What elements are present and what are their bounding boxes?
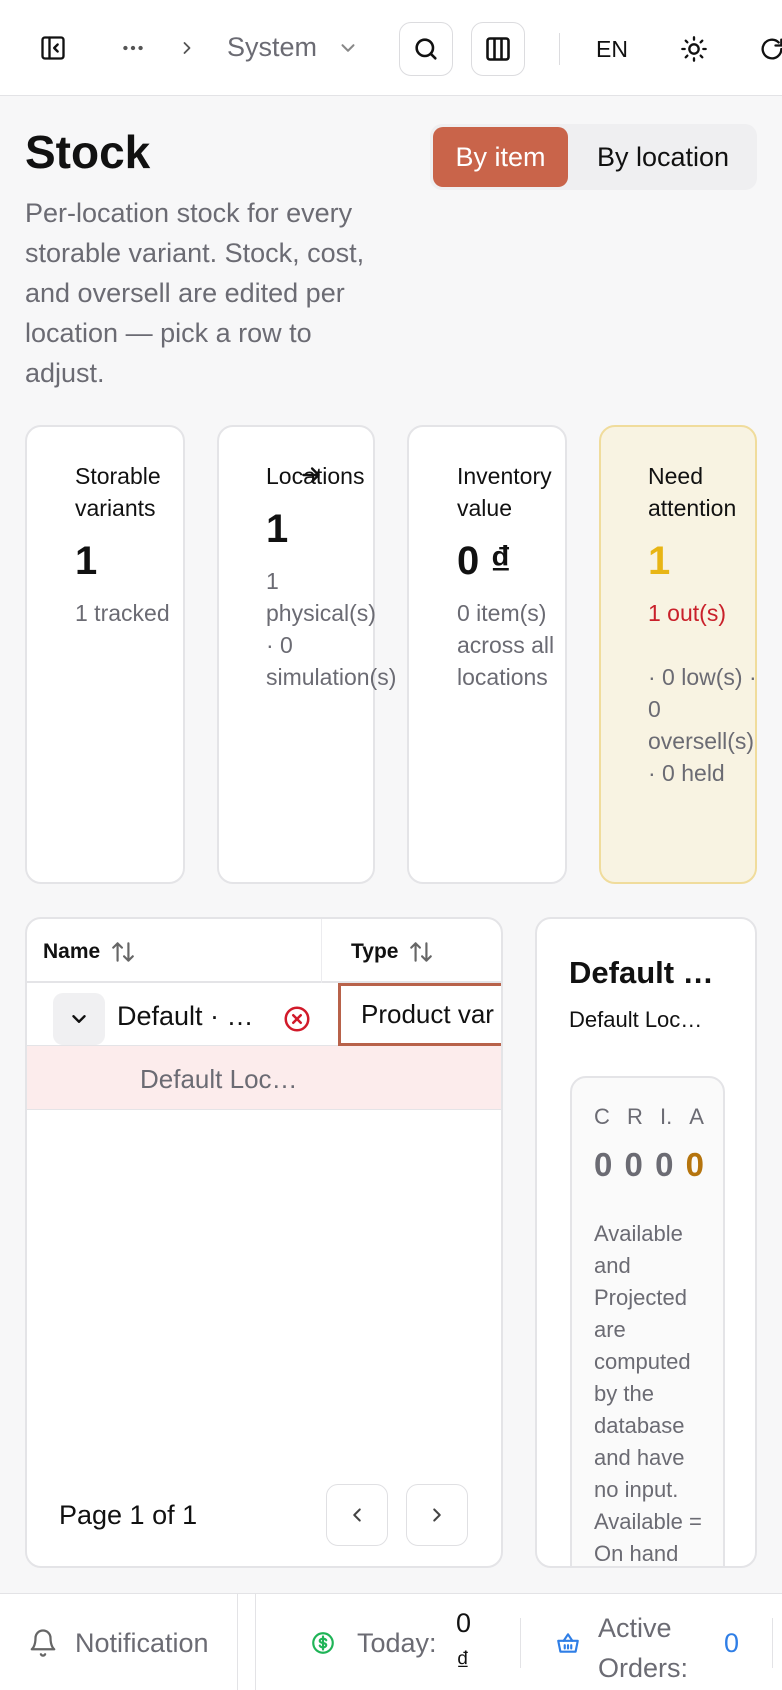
stat-label: Need attention bbox=[648, 463, 737, 521]
column-header-label: Name bbox=[43, 940, 101, 963]
metric-label: R bbox=[626, 1104, 643, 1129]
metric-label: A bbox=[689, 1104, 704, 1129]
stat-value: 1 bbox=[266, 507, 289, 551]
by-item-toggle[interactable]: By item bbox=[433, 127, 568, 187]
status-divider bbox=[255, 1594, 256, 1690]
bell-icon[interactable] bbox=[27, 1627, 59, 1659]
column-header-label: Type bbox=[351, 940, 399, 963]
sort-icon bbox=[410, 942, 433, 962]
table-child-row[interactable]: Default Loc… bbox=[27, 1046, 501, 1110]
stat-value: 1 bbox=[648, 539, 671, 583]
metric-values: 0 0 0 0 bbox=[594, 1146, 704, 1184]
stat-card-inventory-value: Inventory value 0 ₫ 0 item(s) across all… bbox=[407, 425, 567, 884]
refresh-icon[interactable] bbox=[757, 34, 782, 64]
expand-row-button[interactable] bbox=[53, 993, 105, 1045]
breadcrumb-current[interactable]: System bbox=[227, 32, 317, 63]
active-orders-value[interactable]: 0 bbox=[724, 1628, 739, 1659]
stat-card-storable-variants: Storable variants 1 1 tracked bbox=[25, 425, 185, 884]
status-divider bbox=[237, 1594, 238, 1690]
chevron-right-icon bbox=[433, 1508, 441, 1522]
detail-panel: Default … Default Loc… C R I. A 0 0 0 0 … bbox=[535, 917, 757, 1568]
stat-card-need-attention: Need attention 1 1 out(s) · 0 low(s) · 0… bbox=[599, 425, 757, 884]
table-row[interactable]: Default · … bbox=[27, 983, 501, 1046]
metric-value: 0 bbox=[594, 1146, 613, 1183]
table-header: Name Type bbox=[27, 919, 501, 983]
today-value: 0 bbox=[456, 1608, 472, 1638]
language-switcher[interactable]: EN bbox=[596, 36, 628, 63]
search-icon bbox=[415, 38, 437, 60]
status-bar: Notification Today: 0 ₫ Active Orders: 0 bbox=[0, 1593, 782, 1690]
detail-note: Available and Projected are computed by … bbox=[594, 1221, 702, 1566]
page-title: Stock bbox=[25, 126, 151, 178]
type-input[interactable] bbox=[338, 983, 501, 1046]
detail-title: Default … bbox=[569, 955, 714, 990]
stat-value: 1 bbox=[75, 539, 98, 583]
theme-sun-icon[interactable] bbox=[679, 34, 709, 64]
stat-label: Storable variants bbox=[75, 463, 161, 521]
detail-metrics-card: C R I. A 0 0 0 0 Available and Projected… bbox=[570, 1076, 725, 1566]
basket-icon bbox=[554, 1629, 582, 1657]
row-name: Default · … bbox=[117, 1001, 254, 1031]
dollar-circle-icon bbox=[309, 1629, 337, 1657]
stat-value: 0 ₫ bbox=[457, 539, 511, 583]
columns-icon bbox=[486, 37, 510, 61]
stat-sub-alert: 1 out(s) bbox=[648, 600, 726, 626]
child-row-location: Default Loc… bbox=[140, 1064, 298, 1094]
detail-subtitle: Default Loc… bbox=[569, 1007, 703, 1032]
previous-page-button[interactable] bbox=[326, 1484, 388, 1546]
status-divider bbox=[520, 1618, 521, 1668]
stock-table: Name Type Default · … Default Loc… Page … bbox=[25, 917, 503, 1568]
next-page-button[interactable] bbox=[406, 1484, 468, 1546]
arrow-right-icon bbox=[297, 461, 325, 489]
metric-value: 0 bbox=[655, 1146, 674, 1183]
column-header-type[interactable]: Type bbox=[351, 939, 434, 965]
clear-circle-x-icon[interactable] bbox=[281, 1003, 313, 1035]
active-orders-label: Active Orders: bbox=[598, 1613, 689, 1683]
chevron-left-icon bbox=[353, 1508, 361, 1522]
metric-value: 0 bbox=[624, 1146, 643, 1183]
stat-sub: 1 physical(s) · 0 simulation(s) bbox=[266, 568, 397, 690]
sort-icon bbox=[112, 942, 135, 962]
metric-labels: C R I. A bbox=[594, 1104, 704, 1130]
today-currency: ₫ bbox=[456, 1646, 470, 1676]
page-description: Per-location stock for every storable va… bbox=[25, 198, 365, 388]
today-label: Today: bbox=[357, 1628, 437, 1658]
search-button[interactable] bbox=[399, 22, 453, 76]
stat-sub: 1 tracked bbox=[75, 600, 170, 626]
metric-label: I. bbox=[659, 1104, 673, 1129]
sidebar-toggle-icon[interactable] bbox=[36, 31, 70, 65]
notification-label[interactable]: Notification bbox=[75, 1628, 209, 1659]
stat-label: Inventory value bbox=[457, 463, 552, 521]
view-toggle: By item By location bbox=[430, 124, 757, 190]
chevron-down-icon bbox=[72, 1015, 86, 1023]
stat-sub: · 0 low(s) · 0 oversell(s) · 0 held bbox=[648, 664, 757, 786]
by-location-toggle[interactable]: By location bbox=[572, 127, 754, 187]
more-horizontal-icon[interactable] bbox=[118, 33, 148, 63]
columns-button[interactable] bbox=[471, 22, 525, 76]
breadcrumb-chevron-right-icon bbox=[176, 35, 198, 61]
stat-card-locations: Locations 1 1 physical(s) · 0 simulation… bbox=[217, 425, 396, 884]
chevron-down-icon[interactable] bbox=[336, 36, 360, 60]
status-divider bbox=[772, 1618, 773, 1668]
column-header-name[interactable]: Name bbox=[43, 939, 136, 965]
column-divider bbox=[321, 919, 322, 983]
metric-label: C bbox=[594, 1104, 610, 1129]
toolbar-divider bbox=[559, 33, 560, 65]
metric-value: 0 bbox=[685, 1146, 704, 1183]
stat-sub: 0 item(s) across all locations bbox=[457, 600, 555, 690]
pagination-label: Page 1 of 1 bbox=[59, 1500, 198, 1530]
top-bar: System EN bbox=[0, 0, 782, 96]
